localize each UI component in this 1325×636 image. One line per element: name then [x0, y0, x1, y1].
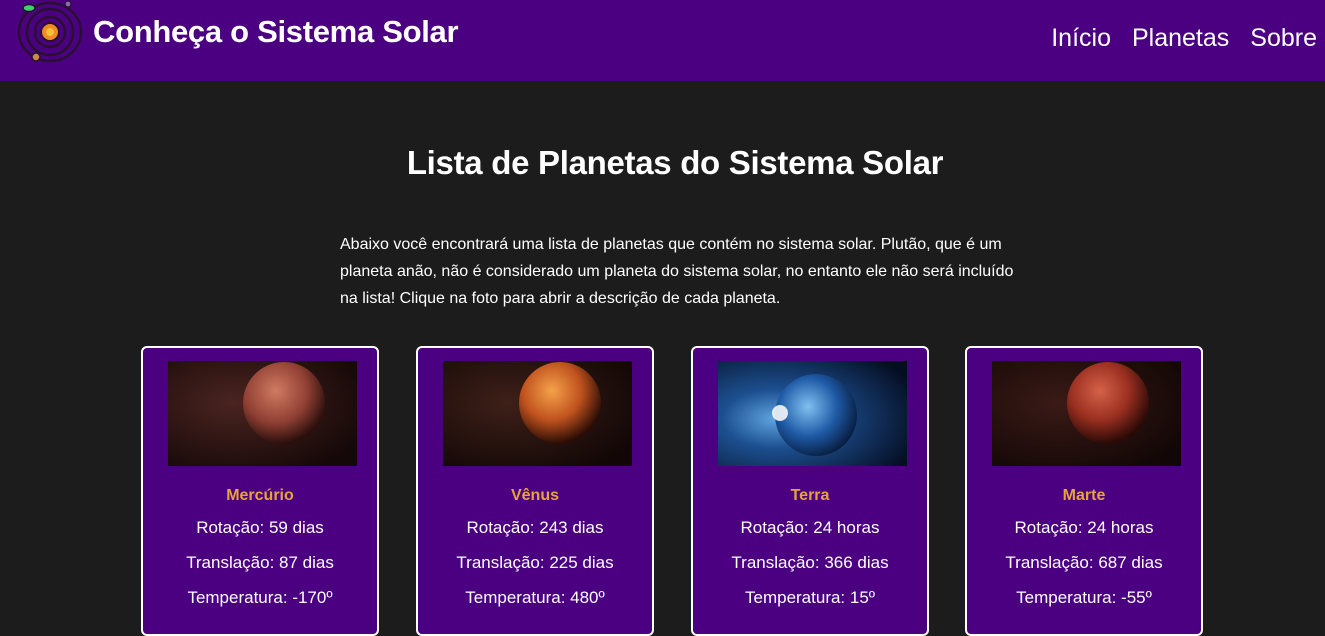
- planet-temperature: Temperatura: 15º: [745, 588, 875, 607]
- page-title: Lista de Planetas do Sistema Solar: [406, 144, 944, 181]
- planet-rotation: Rotação: 243 dias: [466, 518, 604, 537]
- planet-temperature: Temperatura: -170º: [187, 588, 333, 607]
- site-title: Conheça o Sistema Solar: [93, 14, 459, 49]
- nav-link-planetas[interactable]: Planetas: [1132, 24, 1229, 53]
- planet-temperature: Temperatura: -55º: [1016, 588, 1152, 607]
- planet-translation: Translação: 687 dias: [1005, 553, 1163, 572]
- planet-rotation: Rotação: 24 horas: [1014, 518, 1154, 537]
- planet-list: Mercúrio Rotação: 59 dias Translação: 87…: [0, 346, 1325, 636]
- planet-image-mercurio[interactable]: [168, 361, 357, 466]
- planet-name: Marte: [1062, 487, 1106, 504]
- solar-system-icon[interactable]: [16, 0, 84, 66]
- planet-card-mercurio: Mercúrio Rotação: 59 dias Translação: 87…: [141, 346, 379, 636]
- planet-card-marte: Marte Rotação: 24 horas Translação: 687 …: [965, 346, 1203, 636]
- planet-name: Vênus: [510, 487, 559, 504]
- site-header: Conheça o Sistema Solar Início Planetas …: [0, 0, 1325, 81]
- planet-name: Terra: [790, 487, 830, 504]
- planet-image-marte[interactable]: [992, 361, 1181, 466]
- planet-translation: Translação: 87 dias: [186, 553, 334, 572]
- nav-link-inicio[interactable]: Início: [1051, 24, 1111, 53]
- intro-paragraph: Abaixo você encontrará uma lista de plan…: [340, 236, 1014, 307]
- planet-card-venus: Vênus Rotação: 243 dias Translação: 225 …: [416, 346, 654, 636]
- planet-temperature: Temperatura: 480º: [465, 588, 605, 607]
- planet-card-terra: Terra Rotação: 24 horas Translação: 366 …: [691, 346, 929, 636]
- planet-rotation: Rotação: 24 horas: [740, 518, 880, 537]
- main-nav: Início Planetas Sobre: [1051, 24, 1317, 53]
- planet-rotation: Rotação: 59 dias: [196, 518, 324, 537]
- planet-translation: Translação: 366 dias: [731, 553, 889, 572]
- planet-name: Mercúrio: [226, 487, 294, 504]
- planet-translation: Translação: 225 dias: [456, 553, 614, 572]
- planet-image-venus[interactable]: [443, 361, 632, 466]
- nav-link-sobre[interactable]: Sobre: [1250, 24, 1317, 53]
- planet-image-terra[interactable]: [718, 361, 907, 466]
